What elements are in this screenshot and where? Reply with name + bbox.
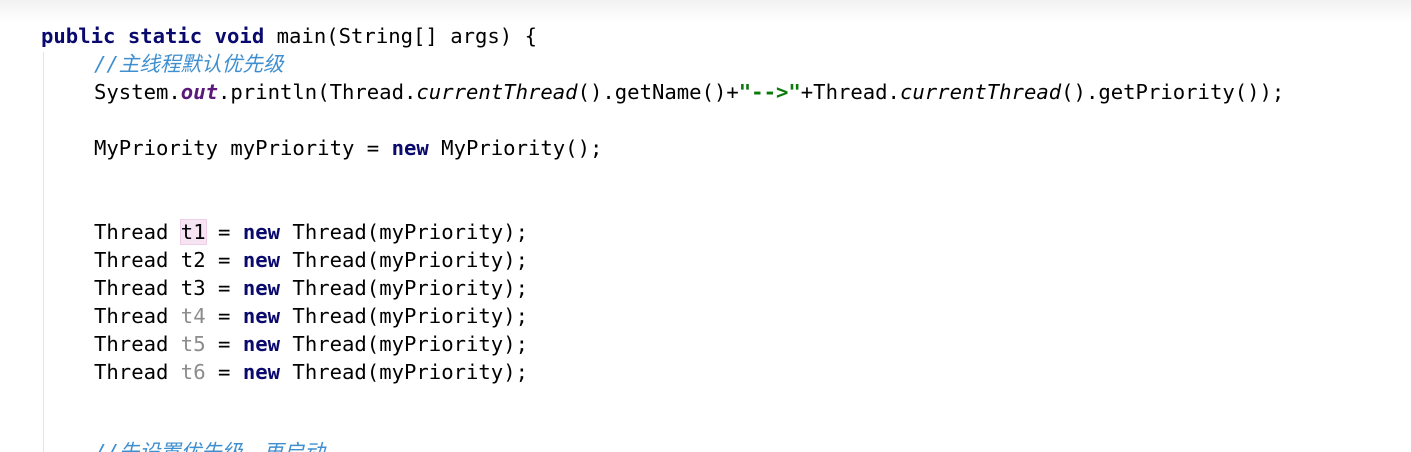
code-comment-set-priority[interactable]: //先设置优先级，再启动 xyxy=(94,438,325,452)
thread-type: Thread xyxy=(94,304,181,328)
code-comment-main-priority[interactable]: //主线程默认优先级 xyxy=(94,50,284,78)
thread-ctor: Thread(myPriority); xyxy=(280,360,528,384)
code-line-thread-t2[interactable]: Thread t2 = new Thread(myPriority); xyxy=(94,246,528,274)
indent-guide xyxy=(43,52,44,452)
current-thread-call-1: currentThread xyxy=(416,80,578,104)
static-field-out: out xyxy=(180,80,218,104)
keyword-new: new xyxy=(242,248,281,272)
code-line-thread-t5[interactable]: Thread t5 = new Thread(myPriority); xyxy=(94,330,528,358)
variable-t1-highlighted: t1 xyxy=(179,219,207,245)
println-open-text: .println(Thread. xyxy=(218,80,417,104)
current-thread-call-2: currentThread xyxy=(899,80,1062,104)
keyword-static: static xyxy=(127,24,203,48)
thread-type: Thread xyxy=(94,360,181,384)
thread-ctor: Thread(myPriority); xyxy=(280,304,528,328)
keyword-new: new xyxy=(242,304,281,328)
assign-text: = xyxy=(205,276,243,300)
keyword-void: void xyxy=(214,24,265,48)
main-signature-rest: main(String[] args) { xyxy=(264,24,538,48)
assign-text: = xyxy=(205,360,243,384)
assign-text: = xyxy=(205,332,243,356)
code-line-println[interactable]: System.out.println(Thread.currentThread(… xyxy=(94,78,1284,106)
code-line-thread-t1[interactable]: Thread t1 = new Thread(myPriority); xyxy=(94,218,528,246)
thread-type: Thread xyxy=(94,248,181,272)
code-line-my-priority-decl[interactable]: MyPriority myPriority = new MyPriority()… xyxy=(94,134,602,162)
variable-t3: t3 xyxy=(180,276,206,300)
code-line-thread-t3[interactable]: Thread t3 = new Thread(myPriority); xyxy=(94,274,528,302)
assign-text: = xyxy=(205,220,243,244)
keyword-new: new xyxy=(242,276,281,300)
code-line-thread-t4[interactable]: Thread t4 = new Thread(myPriority); xyxy=(94,302,528,330)
keyword-new: new xyxy=(391,136,429,160)
keyword-public: public xyxy=(41,24,116,48)
keyword-new: new xyxy=(242,360,281,384)
my-priority-left: MyPriority myPriority = xyxy=(94,136,392,160)
thread-ctor: Thread(myPriority); xyxy=(280,276,528,300)
variable-t5-unused: t5 xyxy=(180,332,206,356)
system-text: System. xyxy=(94,80,181,104)
thread-type: Thread xyxy=(94,332,181,356)
thread-ctor: Thread(myPriority); xyxy=(280,248,528,272)
thread-ctor: Thread(myPriority); xyxy=(280,332,528,356)
string-literal: "-->" xyxy=(738,80,801,104)
variable-t6-unused: t6 xyxy=(180,360,206,384)
keyword-new: new xyxy=(242,332,281,356)
thread-type: Thread xyxy=(94,220,181,244)
thread-ctor: Thread(myPriority); xyxy=(280,220,528,244)
code-line-main-signature[interactable]: public static void main(String[] args) { xyxy=(41,22,537,50)
code-editor[interactable]: public static void main(String[] args) {… xyxy=(0,0,1411,452)
my-priority-right: MyPriority(); xyxy=(428,136,603,160)
thread-type: Thread xyxy=(94,276,181,300)
variable-t2: t2 xyxy=(180,248,206,272)
get-priority-text: ().getPriority()); xyxy=(1061,80,1285,104)
assign-text: = xyxy=(205,248,243,272)
variable-t4-unused: t4 xyxy=(180,304,206,328)
plus-thread-text: +Thread. xyxy=(800,80,900,104)
get-name-text: ().getName()+ xyxy=(577,80,739,104)
keyword-new: new xyxy=(242,220,281,244)
assign-text: = xyxy=(205,304,243,328)
code-line-thread-t6[interactable]: Thread t6 = new Thread(myPriority); xyxy=(94,358,528,386)
